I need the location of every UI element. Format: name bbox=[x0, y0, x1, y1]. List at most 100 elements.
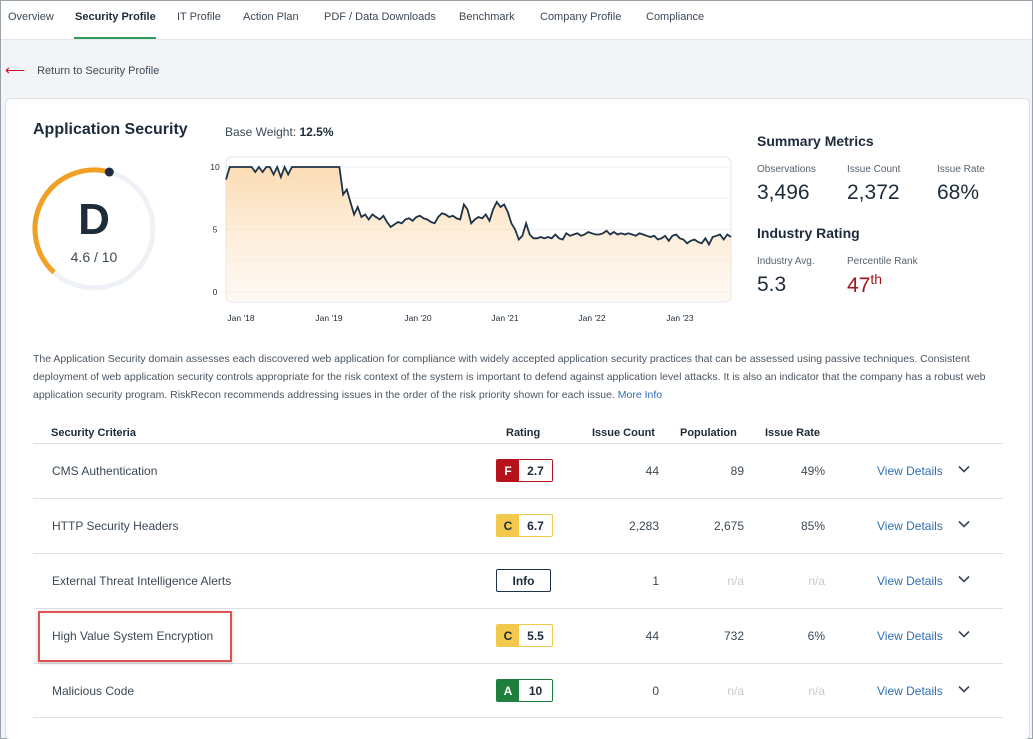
x-tick-label: Jan '19 bbox=[315, 313, 342, 323]
tab-company-profile[interactable]: Company Profile bbox=[540, 11, 621, 23]
score-history-chart: 10 5 0 Jan '18 Jan '19 Jan '20 Jan '21 Jan '22 J… bbox=[210, 156, 732, 323]
issue-count-cell: 44 bbox=[645, 464, 659, 478]
rating-letter: F bbox=[497, 460, 519, 481]
industry-rating-title: Industry Rating bbox=[757, 225, 860, 241]
header-security-criteria: Security Criteria bbox=[51, 427, 136, 439]
summary-metrics-title: Summary Metrics bbox=[757, 133, 874, 149]
observations-label: Observations bbox=[757, 164, 816, 175]
issue-count-label: Issue Count bbox=[847, 164, 901, 175]
tab-compliance[interactable]: Compliance bbox=[646, 11, 704, 23]
issue-count-cell: 2,283 bbox=[628, 519, 659, 533]
top-navigation: Overview Security Profile IT Profile Act… bbox=[1, 1, 1032, 40]
domain-grade: D bbox=[78, 195, 110, 244]
percentile-rank-label: Percentile Rank bbox=[847, 256, 918, 267]
rating-badge: A 10 bbox=[496, 679, 553, 702]
population-cell: n/a bbox=[727, 684, 744, 698]
population-cell: 89 bbox=[730, 464, 744, 478]
rating-badge: C 6.7 bbox=[496, 514, 553, 537]
issue-count-value: 2,372 bbox=[847, 181, 900, 204]
header-rating: Rating bbox=[506, 427, 541, 439]
chevron-down-icon[interactable] bbox=[957, 682, 971, 696]
criteria-name: Malicious Code bbox=[52, 684, 135, 698]
table-row: External Threat Intelligence Alerts Info 1… bbox=[33, 553, 1003, 608]
population-cell: 2,675 bbox=[713, 519, 744, 533]
tab-pdf-data-downloads[interactable]: PDF / Data Downloads bbox=[324, 11, 436, 23]
criteria-name: HTTP Security Headers bbox=[52, 519, 179, 533]
view-details-link[interactable]: View Details bbox=[877, 684, 943, 698]
population-cell: 732 bbox=[723, 629, 744, 643]
table-row: CMS Authentication F 2.7 44 89 49% View Detail… bbox=[33, 443, 1003, 498]
y-tick-label: 5 bbox=[213, 225, 218, 235]
issue-count-cell: 0 bbox=[652, 684, 659, 698]
y-tick-label: 0 bbox=[213, 287, 218, 297]
criteria-name: High Value System Encryption bbox=[52, 629, 214, 643]
view-details-link[interactable]: View Details bbox=[877, 574, 943, 588]
issue-count-cell: 1 bbox=[652, 574, 659, 588]
observations-value: 3,496 bbox=[757, 181, 810, 204]
active-tab-indicator bbox=[74, 37, 156, 39]
chevron-down-icon[interactable] bbox=[957, 462, 971, 476]
issue-rate-cell: n/a bbox=[808, 684, 825, 698]
percentile-rank-value: 47th bbox=[847, 271, 882, 298]
issue-rate-cell: 85% bbox=[800, 519, 825, 533]
population-cell: n/a bbox=[727, 574, 744, 588]
criteria-name: External Threat Intelligence Alerts bbox=[52, 574, 232, 588]
rating-letter: C bbox=[497, 515, 519, 536]
back-arrow-icon: ⟵ bbox=[5, 62, 26, 78]
return-link-label: Return to Security Profile bbox=[37, 65, 160, 77]
percentile-suffix: th bbox=[870, 271, 883, 287]
rating-badge: F 2.7 bbox=[496, 459, 553, 482]
table-row: Malicious Code A 10 0 n/a n/a View Details bbox=[33, 663, 1003, 718]
rating-letter: A bbox=[497, 680, 519, 701]
issue-rate-value: 68% bbox=[937, 181, 980, 204]
header-issue-count: Issue Count bbox=[592, 427, 655, 439]
rating-letter: C bbox=[497, 625, 519, 646]
table-bottom-border bbox=[33, 717, 1003, 718]
x-tick-label: Jan '23 bbox=[666, 313, 693, 323]
more-info-link[interactable]: More Info bbox=[618, 389, 662, 401]
x-tick-label: Jan '22 bbox=[578, 313, 605, 323]
domain-score: 4.6 / 10 bbox=[70, 249, 118, 265]
percentile-number: 47 bbox=[847, 274, 871, 297]
application-security-card: Application Security Base Weight: 12.5% … bbox=[5, 98, 1030, 739]
base-weight-value: 12.5% bbox=[299, 125, 334, 139]
rating-score: 5.5 bbox=[519, 625, 552, 646]
domain-description: The Application Security domain assesses… bbox=[33, 350, 1013, 404]
tab-it-profile[interactable]: IT Profile bbox=[177, 11, 221, 23]
description-text: The Application Security domain assesses… bbox=[33, 353, 986, 401]
table-row: HTTP Security Headers C 6.7 2,283 2,675 85% Vi… bbox=[33, 498, 1003, 553]
rating-score: 6.7 bbox=[519, 515, 552, 536]
return-link[interactable]: ⟵ Return to Security Profile bbox=[5, 61, 159, 78]
chevron-down-icon[interactable] bbox=[957, 572, 971, 586]
rating-badge: Info bbox=[496, 569, 551, 592]
tab-action-plan[interactable]: Action Plan bbox=[243, 11, 299, 23]
x-tick-label: Jan '21 bbox=[491, 313, 518, 323]
rating-badge: C 5.5 bbox=[496, 624, 553, 647]
domain-title: Application Security bbox=[33, 121, 188, 138]
y-tick-label: 10 bbox=[210, 162, 220, 172]
view-details-link[interactable]: View Details bbox=[877, 629, 943, 643]
header-population: Population bbox=[680, 427, 737, 439]
view-details-link[interactable]: View Details bbox=[877, 519, 943, 533]
x-tick-label: Jan '20 bbox=[404, 313, 431, 323]
issue-rate-label: Issue Rate bbox=[937, 164, 985, 175]
rating-score: 2.7 bbox=[519, 460, 552, 481]
criteria-name: CMS Authentication bbox=[52, 464, 158, 478]
tab-benchmark[interactable]: Benchmark bbox=[459, 11, 515, 23]
industry-avg-value: 5.3 bbox=[757, 273, 787, 296]
base-weight: Base Weight: 12.5% bbox=[225, 125, 334, 139]
gauge-marker bbox=[104, 167, 114, 177]
chevron-down-icon[interactable] bbox=[957, 517, 971, 531]
base-weight-label: Base Weight: bbox=[225, 125, 297, 139]
tab-overview[interactable]: Overview bbox=[8, 11, 54, 23]
industry-avg-label: Industry Avg. bbox=[757, 256, 815, 267]
table-row: High Value System Encryption C 5.5 44 732 6% V… bbox=[33, 608, 1003, 663]
view-details-link[interactable]: View Details bbox=[877, 464, 943, 478]
issue-count-cell: 44 bbox=[645, 629, 659, 643]
issue-rate-cell: 49% bbox=[800, 464, 825, 478]
issue-rate-cell: n/a bbox=[808, 574, 825, 588]
x-tick-label: Jan '18 bbox=[227, 313, 254, 323]
chevron-down-icon[interactable] bbox=[957, 627, 971, 641]
tab-security-profile[interactable]: Security Profile bbox=[75, 11, 156, 23]
header-issue-rate: Issue Rate bbox=[765, 427, 821, 439]
